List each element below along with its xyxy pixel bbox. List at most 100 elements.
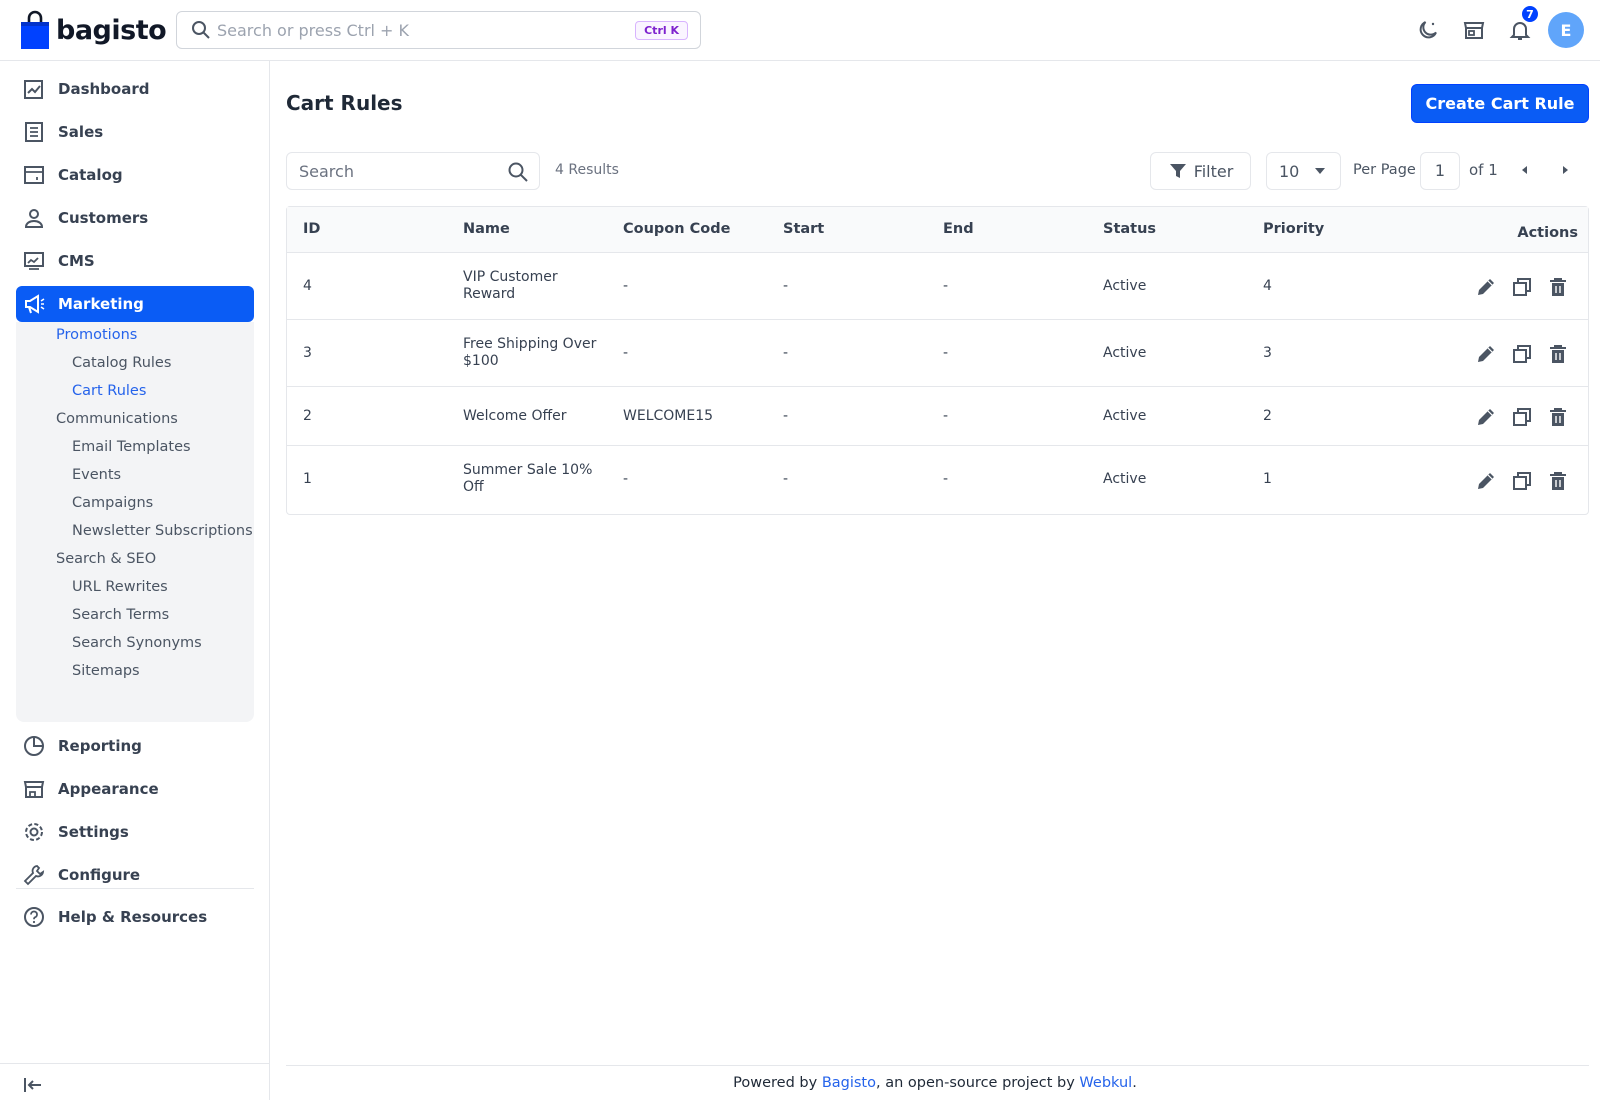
row-actions bbox=[1474, 469, 1570, 493]
prev-page-icon[interactable] bbox=[1518, 163, 1532, 177]
cell-name: Summer Sale 10% Off bbox=[463, 462, 593, 495]
cell-priority: 1 bbox=[1263, 471, 1272, 487]
copy-icon[interactable] bbox=[1510, 275, 1534, 299]
sidebar-item-help[interactable]: Help & Resources bbox=[16, 899, 254, 935]
col-coupon[interactable]: Coupon Code bbox=[623, 221, 730, 237]
bagisto-link[interactable]: Bagisto bbox=[822, 1075, 876, 1091]
edit-icon[interactable] bbox=[1474, 275, 1498, 299]
search-icon[interactable] bbox=[507, 161, 529, 183]
cell-start: - bbox=[783, 278, 789, 294]
submenu-search-synonyms[interactable]: Search Synonyms bbox=[72, 635, 202, 651]
copy-icon[interactable] bbox=[1510, 342, 1534, 366]
delete-icon[interactable] bbox=[1546, 342, 1570, 366]
delete-icon[interactable] bbox=[1546, 469, 1570, 493]
search-icon bbox=[192, 21, 210, 39]
col-end[interactable]: End bbox=[943, 221, 974, 237]
dark-mode-toggle[interactable] bbox=[1414, 16, 1442, 44]
sidebar-item-marketing[interactable]: Marketing bbox=[16, 286, 254, 322]
sidebar-item-label: Sales bbox=[58, 123, 104, 141]
sidebar-item-customers[interactable]: Customers bbox=[16, 200, 254, 236]
copy-icon[interactable] bbox=[1510, 469, 1534, 493]
submenu-events[interactable]: Events bbox=[72, 467, 121, 483]
cell-status: Active bbox=[1103, 278, 1147, 294]
sidebar-item-dashboard[interactable]: Dashboard bbox=[16, 71, 254, 107]
edit-icon[interactable] bbox=[1474, 342, 1498, 366]
col-priority[interactable]: Priority bbox=[1263, 221, 1324, 237]
cell-priority: 3 bbox=[1263, 345, 1272, 361]
cell-name: VIP Customer Reward bbox=[463, 269, 558, 302]
catalog-icon bbox=[22, 163, 46, 187]
cell-coupon: - bbox=[623, 471, 629, 487]
col-status[interactable]: Status bbox=[1103, 221, 1156, 237]
storefront-link[interactable] bbox=[1460, 16, 1488, 44]
per-page-select[interactable]: 10 bbox=[1266, 152, 1341, 190]
submenu-campaigns[interactable]: Campaigns bbox=[72, 495, 153, 511]
submenu-promotions[interactable]: Promotions bbox=[56, 327, 137, 343]
footer-divider bbox=[286, 1065, 1589, 1066]
next-page-icon[interactable] bbox=[1558, 163, 1572, 177]
cms-icon bbox=[22, 249, 46, 273]
cell-end: - bbox=[943, 345, 949, 361]
sidebar-item-settings[interactable]: Settings bbox=[16, 814, 254, 850]
sidebar-item-label: Help & Resources bbox=[58, 908, 208, 926]
global-search-input[interactable] bbox=[217, 18, 617, 42]
submenu-newsletter[interactable]: Newsletter Subscriptions bbox=[72, 523, 253, 539]
appearance-icon bbox=[22, 777, 46, 801]
cell-start: - bbox=[783, 408, 789, 424]
sidebar-item-label: Configure bbox=[58, 866, 141, 884]
footer-middle: , an open-source project by bbox=[876, 1075, 1080, 1091]
submenu-search-terms[interactable]: Search Terms bbox=[72, 607, 169, 623]
submenu-communications[interactable]: Communications bbox=[56, 411, 178, 427]
col-name[interactable]: Name bbox=[463, 221, 510, 237]
results-count: 4 Results bbox=[555, 162, 619, 178]
filter-button[interactable]: Filter bbox=[1150, 152, 1251, 190]
edit-icon[interactable] bbox=[1474, 469, 1498, 493]
cell-id: 3 bbox=[303, 345, 312, 361]
sidebar-item-label: Catalog bbox=[58, 166, 123, 184]
submenu-cart-rules[interactable]: Cart Rules bbox=[72, 383, 146, 399]
sidebar-item-appearance[interactable]: Appearance bbox=[16, 771, 254, 807]
sidebar-item-reporting[interactable]: Reporting bbox=[16, 728, 254, 764]
chevron-down-icon bbox=[1315, 168, 1325, 174]
customers-icon bbox=[22, 206, 46, 230]
datagrid-search[interactable] bbox=[286, 152, 540, 190]
avatar[interactable]: E bbox=[1548, 12, 1584, 48]
delete-icon[interactable] bbox=[1546, 275, 1570, 299]
sidebar-item-label: CMS bbox=[58, 252, 95, 270]
collapse-sidebar-button[interactable] bbox=[22, 1074, 44, 1100]
delete-icon[interactable] bbox=[1546, 405, 1570, 429]
submenu-catalog-rules[interactable]: Catalog Rules bbox=[72, 355, 171, 371]
sidebar-item-cms[interactable]: CMS bbox=[16, 243, 254, 279]
page-number-input[interactable]: 1 bbox=[1420, 152, 1460, 190]
store-icon bbox=[1463, 22, 1485, 39]
logo[interactable]: bagisto bbox=[20, 10, 167, 50]
create-cart-rule-button[interactable]: Create Cart Rule bbox=[1411, 84, 1589, 123]
submenu-url-rewrites[interactable]: URL Rewrites bbox=[72, 579, 168, 595]
row-actions bbox=[1474, 275, 1570, 299]
collapse-icon bbox=[24, 1078, 41, 1092]
sidebar-item-sales[interactable]: Sales bbox=[16, 114, 254, 150]
col-start[interactable]: Start bbox=[783, 221, 824, 237]
datagrid-search-input[interactable] bbox=[299, 160, 499, 182]
submenu-search-seo[interactable]: Search & SEO bbox=[56, 551, 156, 567]
col-actions: Actions bbox=[1517, 225, 1578, 241]
submenu-sitemaps[interactable]: Sitemaps bbox=[72, 663, 140, 679]
webkul-link[interactable]: Webkul bbox=[1079, 1075, 1132, 1091]
shortcut-hint: Ctrl K bbox=[635, 21, 688, 40]
footer-prefix: Powered by bbox=[733, 1075, 822, 1091]
copy-icon[interactable] bbox=[1510, 405, 1534, 429]
footer: Powered by Bagisto, an open-source proje… bbox=[270, 1075, 1600, 1091]
sidebar-item-label: Appearance bbox=[58, 780, 159, 798]
cell-coupon: - bbox=[623, 278, 629, 294]
cell-priority: 2 bbox=[1263, 408, 1272, 424]
global-search[interactable]: Ctrl K bbox=[176, 11, 701, 49]
cell-id: 1 bbox=[303, 471, 312, 487]
edit-icon[interactable] bbox=[1474, 405, 1498, 429]
col-id[interactable]: ID bbox=[303, 221, 320, 237]
cell-end: - bbox=[943, 471, 949, 487]
sidebar-item-catalog[interactable]: Catalog bbox=[16, 157, 254, 193]
filter-icon bbox=[1169, 164, 1186, 178]
sidebar-bottom-divider bbox=[0, 1063, 270, 1064]
top-bar: bagisto Ctrl K 7 E bbox=[0, 0, 1600, 61]
submenu-email-templates[interactable]: Email Templates bbox=[72, 439, 191, 455]
